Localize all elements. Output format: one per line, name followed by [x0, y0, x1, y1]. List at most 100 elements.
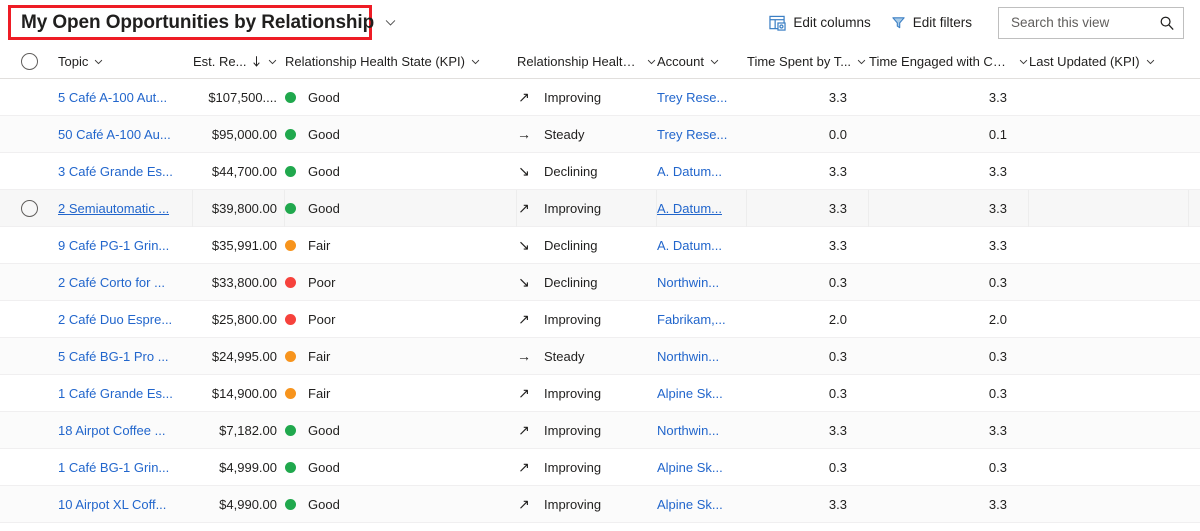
table-row[interactable]: 9 Café PG-1 Grin...$35,991.00Fair↘Declin… [0, 227, 1200, 264]
account-link[interactable]: Trey Rese... [657, 127, 727, 142]
selection-circle-icon[interactable] [21, 53, 38, 70]
topic-link[interactable]: 2 Café Corto for ... [58, 275, 165, 290]
table-row[interactable]: 2 Café Duo Espre...$25,800.00Poor↗Improv… [0, 301, 1200, 338]
account-link[interactable]: Alpine Sk... [657, 497, 723, 512]
cell-est-revenue: $25,800.00 [193, 301, 285, 338]
topic-link[interactable]: 5 Café BG-1 Pro ... [58, 349, 169, 364]
chevron-down-icon[interactable] [267, 56, 278, 67]
chevron-down-icon[interactable] [1145, 56, 1156, 67]
row-select-cell[interactable] [0, 153, 58, 190]
row-select-cell[interactable] [0, 190, 58, 227]
chevron-down-icon[interactable] [709, 56, 720, 67]
search-input[interactable] [1009, 14, 1159, 31]
est-revenue-value: $35,991.00 [193, 238, 277, 253]
edit-filters-button[interactable]: Edit filters [881, 7, 982, 39]
table-row[interactable]: 2 Café Corto for ...$33,800.00Poor↘Decli… [0, 264, 1200, 301]
account-link[interactable]: Alpine Sk... [657, 386, 723, 401]
topic-link[interactable]: 2 Semiautomatic ... [58, 201, 169, 216]
edit-columns-button[interactable]: Edit columns [759, 7, 880, 39]
row-select-cell[interactable] [0, 486, 58, 523]
column-header-est-revenue[interactable]: Est. Re... [193, 45, 285, 79]
search-box[interactable] [998, 7, 1184, 39]
cell-topic: 5 Café A-100 Aut... [58, 79, 193, 116]
topic-link[interactable]: 50 Café A-100 Au... [58, 127, 171, 142]
chevron-down-icon[interactable] [646, 56, 657, 67]
cell-relationship-health-trend: ↗Improving [517, 190, 657, 227]
table-row[interactable]: 2 Semiautomatic ... $39,800.00 Good ↗Improv… [0, 190, 1200, 227]
account-link[interactable]: Northwin... [657, 423, 719, 438]
time-engaged-value: 0.1 [869, 127, 1007, 142]
cell-relationship-health-state: Good [285, 449, 517, 486]
topic-link[interactable]: 1 Café BG-1 Grin... [58, 460, 169, 475]
row-select-cell[interactable] [0, 301, 58, 338]
cell-last-updated [1029, 412, 1189, 449]
cell-topic: 3 Café Grande Es... [58, 153, 193, 190]
column-header-time-spent[interactable]: Time Spent by T... [747, 45, 869, 79]
account-link[interactable]: Alpine Sk... [657, 460, 723, 475]
account-link[interactable]: Northwin... [657, 275, 719, 290]
column-header-relationship-health-state[interactable]: Relationship Health State (KPI) [285, 45, 517, 79]
table-row[interactable]: 3 Café Grande Es...$44,700.00Good↘Declin… [0, 153, 1200, 190]
view-selector[interactable]: My Open Opportunities by Relationship [8, 5, 372, 40]
chevron-down-icon[interactable] [93, 56, 104, 67]
trend-label: Declining [544, 164, 597, 179]
column-header-time-engaged[interactable]: Time Engaged with Cust... [869, 45, 1029, 79]
row-select-cell[interactable] [0, 449, 58, 486]
table-row[interactable]: 10 Airpot XL Coff...$4,990.00Good↗Improv… [0, 486, 1200, 523]
table-row[interactable]: 5 Café A-100 Aut...$107,500....Good↗Impr… [0, 79, 1200, 116]
row-select-cell[interactable] [0, 338, 58, 375]
topic-link[interactable]: 9 Café PG-1 Grin... [58, 238, 169, 253]
table-row[interactable]: 1 Café Grande Es...$14,900.00Fair↗Improv… [0, 375, 1200, 412]
cell-relationship-health-state: Good [285, 486, 517, 523]
column-header-last-updated[interactable]: Last Updated (KPI) [1029, 45, 1189, 79]
sort-descending-icon[interactable] [251, 55, 262, 68]
account-link[interactable]: Fabrikam,... [657, 312, 726, 327]
chevron-down-icon[interactable] [856, 56, 867, 67]
trend-declining-icon: ↘ [517, 275, 531, 289]
cell-account: A. Datum... [657, 227, 747, 264]
row-select-cell[interactable] [0, 79, 58, 116]
chevron-down-icon[interactable] [470, 56, 481, 67]
account-link[interactable]: A. Datum... [657, 238, 722, 253]
topic-link[interactable]: 18 Airpot Coffee ... [58, 423, 165, 438]
account-link[interactable]: Trey Rese... [657, 90, 727, 105]
account-link[interactable]: Northwin... [657, 349, 719, 364]
topic-link[interactable]: 5 Café A-100 Aut... [58, 90, 167, 105]
topic-link[interactable]: 1 Café Grande Es... [58, 386, 173, 401]
time-spent-value: 3.3 [747, 164, 847, 179]
cell-time-engaged: 3.3 [869, 486, 1029, 523]
chevron-down-icon[interactable] [1018, 56, 1029, 67]
column-header-account[interactable]: Account [657, 45, 747, 79]
table-row[interactable]: 1 Café BG-1 Grin...$4,999.00Good↗Improvi… [0, 449, 1200, 486]
table-row[interactable]: 50 Café A-100 Au...$95,000.00Good→Steady… [0, 116, 1200, 153]
table-row[interactable]: 18 Airpot Coffee ...$7,182.00Good↗Improv… [0, 412, 1200, 449]
row-select-cell[interactable] [0, 375, 58, 412]
edit-columns-icon [769, 15, 786, 31]
est-revenue-value: $39,800.00 [193, 201, 277, 216]
row-select-cell[interactable] [0, 264, 58, 301]
health-state-label: Good [308, 201, 340, 216]
topic-link[interactable]: 2 Café Duo Espre... [58, 312, 172, 327]
chevron-down-icon[interactable] [384, 16, 397, 29]
search-icon[interactable] [1159, 15, 1175, 31]
cell-time-spent: 3.3 [747, 486, 869, 523]
trend-label: Improving [544, 460, 601, 475]
est-revenue-value: $44,700.00 [193, 164, 277, 179]
topic-link[interactable]: 3 Café Grande Es... [58, 164, 173, 179]
selection-circle-icon[interactable] [21, 200, 38, 217]
column-header-topic[interactable]: Topic [58, 45, 193, 79]
health-state-label: Good [308, 423, 340, 438]
account-link[interactable]: A. Datum... [657, 164, 722, 179]
status-dot-icon [285, 240, 296, 251]
select-all-cell[interactable] [0, 45, 58, 79]
cell-relationship-health-state: Fair [285, 375, 517, 412]
table-row[interactable]: 5 Café BG-1 Pro ...$24,995.00Fair→Steady… [0, 338, 1200, 375]
cell-est-revenue: $7,182.00 [193, 412, 285, 449]
topic-link[interactable]: 10 Airpot XL Coff... [58, 497, 166, 512]
cell-last-updated [1029, 116, 1189, 153]
row-select-cell[interactable] [0, 412, 58, 449]
column-header-relationship-health-trend[interactable]: Relationship Health ... [517, 45, 657, 79]
row-select-cell[interactable] [0, 227, 58, 264]
row-select-cell[interactable] [0, 116, 58, 153]
account-link[interactable]: A. Datum... [657, 201, 722, 216]
